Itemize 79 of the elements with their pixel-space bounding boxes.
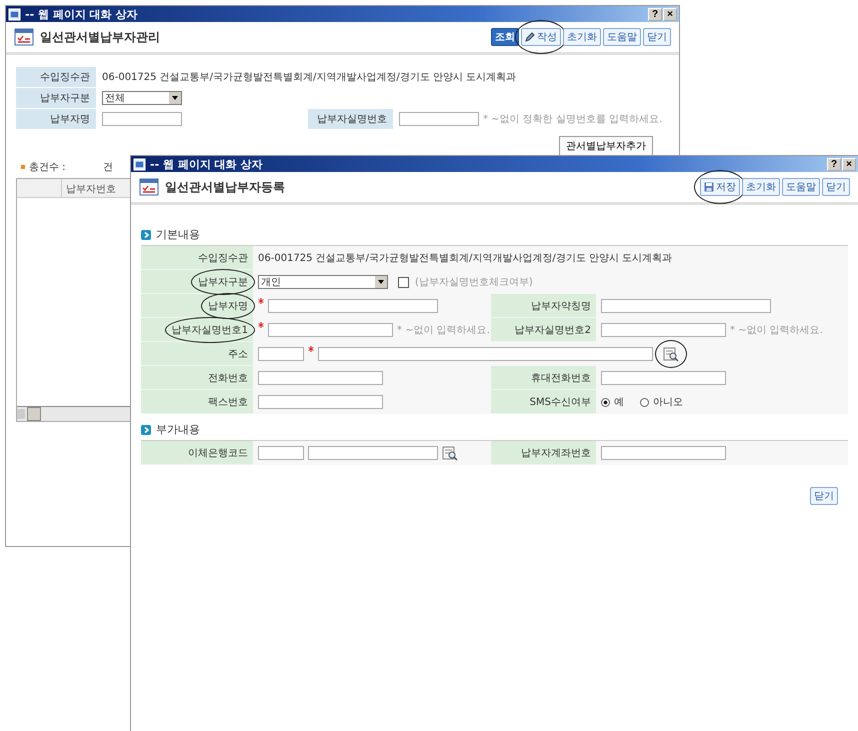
checkbox-label: (납부자실명번호체크여부) xyxy=(415,276,533,289)
page-icon xyxy=(133,158,146,170)
section-title: 기본내용 xyxy=(156,227,200,242)
input-field[interactable] xyxy=(268,323,393,337)
radio-label: 아니오 xyxy=(653,396,683,409)
field-label: 납부자실명번호2 xyxy=(514,324,591,336)
toolbar-button[interactable]: 저장 xyxy=(700,178,740,196)
input-field[interactable] xyxy=(258,395,383,409)
field-label: 납부자구분 xyxy=(198,276,248,288)
hint-text: * ~없이 입력하세요. xyxy=(397,324,490,337)
toolbar-button[interactable]: 작성 xyxy=(521,28,561,46)
total-label: 총건수 : xyxy=(29,161,67,174)
field-label: 이체은행코드 xyxy=(188,446,248,460)
input-field[interactable] xyxy=(308,446,438,460)
pencil-icon xyxy=(525,32,535,42)
input-field[interactable] xyxy=(601,446,726,460)
input-field[interactable] xyxy=(258,371,383,385)
close-button[interactable]: × xyxy=(663,8,677,20)
field-label: 납부자명 xyxy=(208,300,248,312)
input-field[interactable] xyxy=(318,347,653,361)
field-value: 06-001725 건설교통부/국가균형발전특별회계/지역개발사업계정/경기도 안양시 도시계획과 xyxy=(258,252,672,265)
input-field[interactable] xyxy=(601,371,726,385)
field-label: 납부자약칭명 xyxy=(531,300,591,312)
radio-button[interactable] xyxy=(640,398,649,406)
window-title: -- 웹 페이지 대화 상자 xyxy=(150,156,264,172)
field-label: 수입징수관 xyxy=(198,252,248,264)
dropdown[interactable]: 개인 xyxy=(258,275,388,289)
bullet-icon xyxy=(21,165,25,169)
input-field[interactable] xyxy=(601,299,771,313)
field-label: 수입징수관 xyxy=(16,67,96,87)
input-field[interactable] xyxy=(258,446,304,460)
field-value: 06-001725 건설교통부/국가균형발전특별회계/지역개발사업계정/경기도 안양시 도시계획과 xyxy=(102,71,516,84)
page-title: 일선관서별납부자관리 xyxy=(40,28,161,46)
help-button[interactable]: ? xyxy=(648,8,662,20)
input-field[interactable] xyxy=(268,299,438,313)
page-icon xyxy=(8,8,21,20)
arrow-square-icon xyxy=(141,424,151,434)
field-label: 주소 xyxy=(228,348,248,360)
toolbar-button[interactable]: 조회 xyxy=(491,28,519,46)
dropdown[interactable]: 전체 xyxy=(102,91,182,105)
help-button[interactable]: ? xyxy=(827,158,841,170)
add-button[interactable]: 관서별납부자추가 xyxy=(559,136,653,156)
input-field[interactable] xyxy=(399,112,479,126)
window-title: -- 웹 페이지 대화 상자 xyxy=(25,6,138,22)
scrollbar[interactable] xyxy=(17,406,132,421)
checklist-icon xyxy=(14,27,34,47)
field-label: 납부자구분 xyxy=(16,88,96,108)
toolbar-button[interactable]: 초기화 xyxy=(563,28,601,46)
close-button[interactable]: × xyxy=(842,158,856,170)
checkbox[interactable] xyxy=(398,276,409,288)
section-title: 부가내용 xyxy=(156,422,200,437)
search-icon[interactable] xyxy=(442,445,458,461)
field-label: 팩스번호 xyxy=(208,396,248,408)
input-field[interactable] xyxy=(601,323,726,337)
column-header: 납부자번호 xyxy=(65,183,117,197)
toolbar-button[interactable]: 도움말 xyxy=(603,28,641,46)
field-label: 전화번호 xyxy=(208,372,248,384)
toolbar-button[interactable]: 초기화 xyxy=(742,178,780,196)
total-unit: 건 xyxy=(103,161,113,174)
field-label: 납부자실명번호 xyxy=(308,109,393,129)
radio-label: 예 xyxy=(614,396,624,409)
field-label: 휴대전화번호 xyxy=(531,372,591,384)
field-label: 납부자명 xyxy=(16,109,96,129)
arrow-square-icon xyxy=(141,230,151,240)
toolbar-button[interactable]: 닫기 xyxy=(822,178,850,196)
search-icon[interactable] xyxy=(663,346,679,362)
toolbar-button[interactable]: 닫기 xyxy=(643,28,671,46)
field-label: 납부자실명번호1 xyxy=(172,324,248,336)
field-label: SMS수신여부 xyxy=(530,396,591,408)
input-field[interactable] xyxy=(258,347,304,361)
input-field[interactable] xyxy=(102,112,182,126)
toolbar-button[interactable]: 도움말 xyxy=(782,178,820,196)
page-title: 일선관서별납부자등록 xyxy=(165,178,286,196)
hint-text: * ~없이 정확한 실명번호를 입력하세요. xyxy=(483,113,662,126)
field-label: 납부자계좌번호 xyxy=(521,446,591,460)
radio-button[interactable] xyxy=(601,398,610,406)
close-button[interactable]: 닫기 xyxy=(810,487,838,505)
checklist-icon xyxy=(139,177,159,197)
hint-text: * ~없이 입력하세요. xyxy=(730,324,823,337)
